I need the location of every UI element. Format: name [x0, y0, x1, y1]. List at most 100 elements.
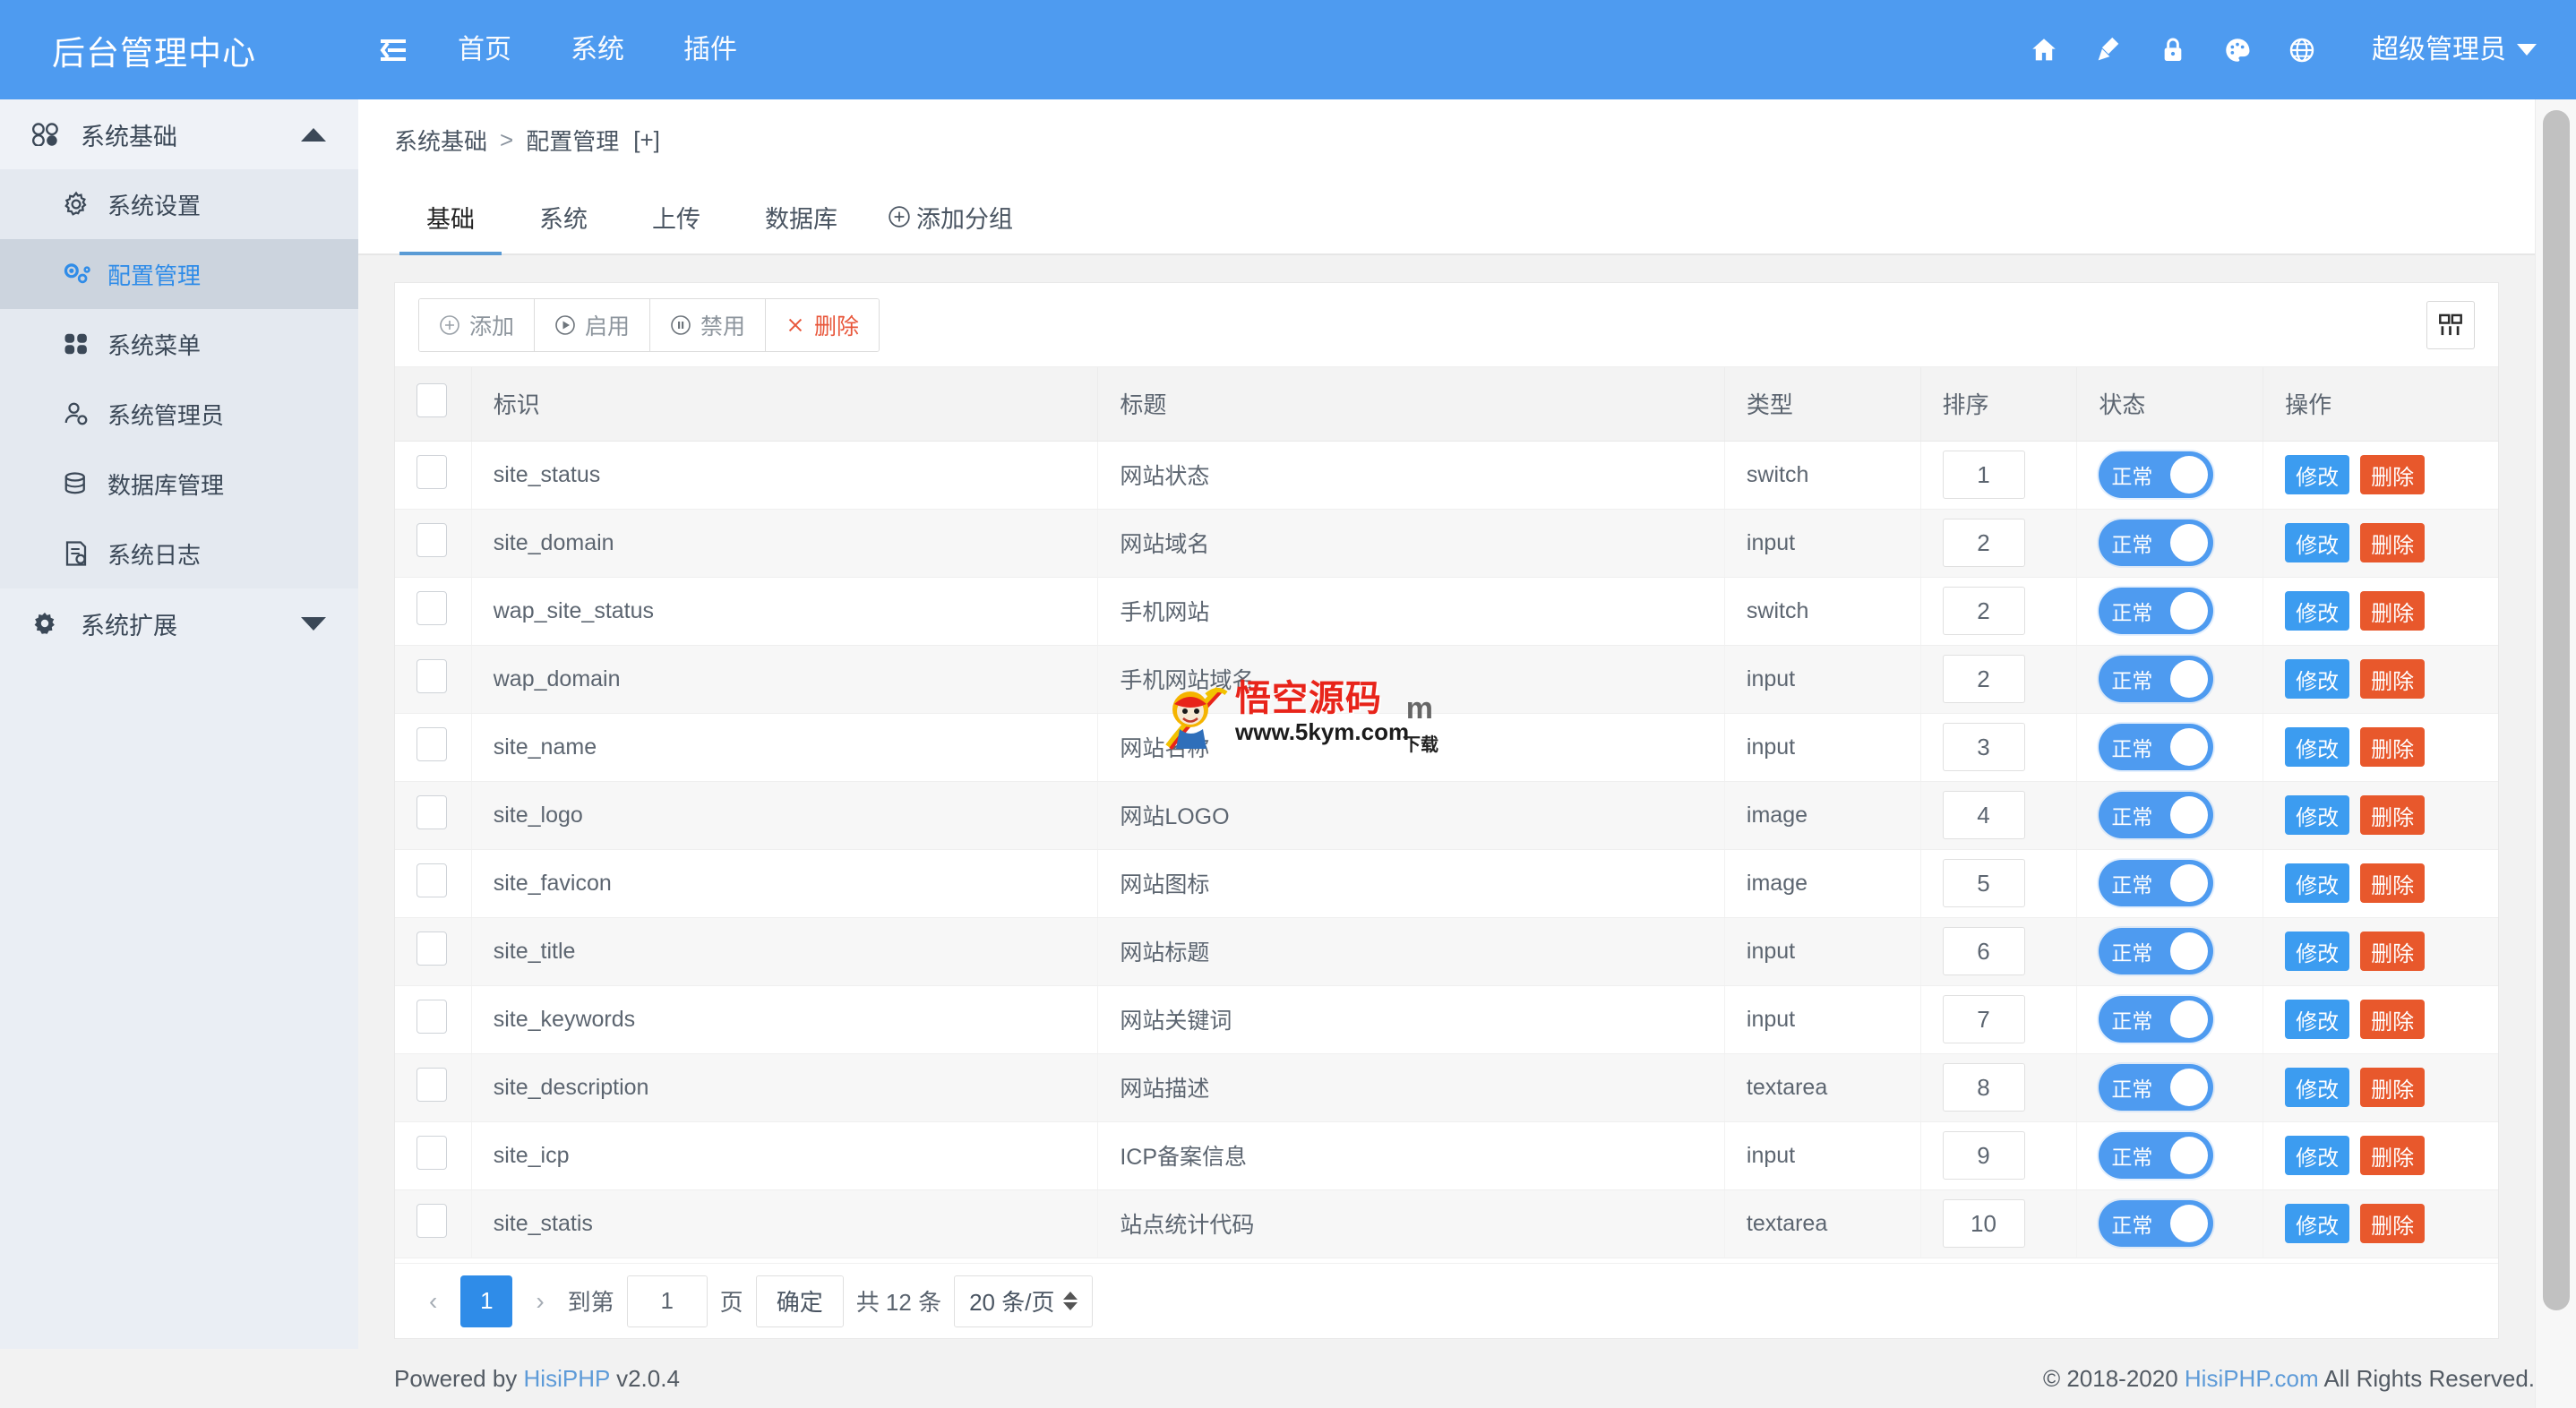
add-button[interactable]: 添加 — [419, 298, 536, 351]
sort-input[interactable]: 3 — [1942, 723, 2025, 771]
row-edit-button[interactable]: 修改 — [2285, 659, 2350, 699]
page-1-button[interactable]: 1 — [460, 1275, 513, 1327]
sort-input[interactable]: 2 — [1942, 655, 2025, 703]
row-checkbox[interactable] — [416, 794, 447, 829]
row-checkbox[interactable] — [416, 931, 447, 966]
add-group-button[interactable]: 添加分组 — [870, 180, 1031, 253]
prev-page-button[interactable]: ‹ — [418, 1287, 448, 1316]
sort-input[interactable]: 2 — [1942, 519, 2025, 567]
header-status[interactable]: 状态 — [2076, 367, 2264, 442]
row-checkbox[interactable] — [416, 726, 447, 761]
row-delete-button[interactable]: 删除 — [2360, 1068, 2426, 1107]
scrollbar-thumb[interactable] — [2543, 110, 2570, 1310]
table-row[interactable]: wap_domain 手机网站域名 input 2 正常 修改 删除 — [395, 645, 2498, 714]
lock-screen-button[interactable] — [2141, 0, 2205, 99]
sidebar-item-system-log[interactable]: 系统日志 — [0, 519, 358, 588]
row-edit-button[interactable]: 修改 — [2285, 1204, 2350, 1243]
row-checkbox[interactable] — [416, 1203, 447, 1238]
row-checkbox[interactable] — [416, 590, 447, 625]
clear-cache-button[interactable] — [2076, 0, 2141, 99]
status-toggle[interactable]: 正常 — [2099, 656, 2214, 702]
sidebar-item-administrators[interactable]: 系统管理员 — [0, 379, 358, 449]
sort-input[interactable]: 4 — [1942, 791, 2025, 839]
table-row[interactable]: site_favicon 网站图标 image 5 正常 修改 删除 — [395, 849, 2498, 918]
table-row[interactable]: wap_site_status 手机网站 switch 2 正常 修改 删除 — [395, 577, 2498, 646]
table-row[interactable]: site_domain 网站域名 input 2 正常 修改 删除 — [395, 509, 2498, 578]
table-row[interactable]: site_logo 网站LOGO image 4 正常 修改 删除 — [395, 781, 2498, 850]
sidebar-item-system-settings[interactable]: 系统设置 — [0, 169, 358, 239]
status-toggle[interactable]: 正常 — [2099, 860, 2214, 906]
row-delete-button[interactable]: 删除 — [2360, 1136, 2426, 1175]
row-checkbox[interactable] — [416, 1135, 447, 1170]
delete-button[interactable]: 删除 — [766, 298, 880, 351]
sidebar-item-config-management[interactable]: 配置管理 — [0, 239, 358, 309]
table-row[interactable]: site_status 网站状态 switch 1 正常 修改 删除 — [395, 441, 2498, 510]
sort-input[interactable]: 9 — [1942, 1131, 2025, 1180]
next-page-button[interactable]: › — [525, 1287, 554, 1316]
row-edit-button[interactable]: 修改 — [2285, 932, 2350, 971]
topnav-item-home[interactable]: 首页 — [428, 0, 541, 99]
breadcrumb-current[interactable]: 配置管理 — [526, 124, 619, 157]
column-settings-button[interactable] — [2426, 300, 2475, 349]
footer-site-link[interactable]: HisiPHP.com — [2185, 1365, 2319, 1392]
table-row[interactable]: site_icp ICP备案信息 input 9 正常 修改 删除 — [395, 1121, 2498, 1190]
topnav-item-plugins[interactable]: 插件 — [654, 0, 767, 99]
row-checkbox[interactable] — [416, 863, 447, 897]
language-button[interactable] — [2270, 0, 2334, 99]
status-toggle[interactable]: 正常 — [2099, 588, 2214, 634]
table-row[interactable]: site_title 网站标题 input 6 正常 修改 删除 — [395, 917, 2498, 986]
sidebar-group-system-extension[interactable]: 系统扩展 — [0, 588, 358, 658]
sort-input[interactable]: 10 — [1942, 1199, 2025, 1248]
status-toggle[interactable]: 正常 — [2099, 792, 2214, 838]
row-edit-button[interactable]: 修改 — [2285, 591, 2350, 631]
sidebar-toggle-button[interactable] — [358, 0, 428, 99]
status-toggle[interactable]: 正常 — [2099, 1132, 2214, 1179]
row-delete-button[interactable]: 删除 — [2360, 932, 2426, 971]
row-edit-button[interactable]: 修改 — [2285, 1136, 2350, 1175]
page-scrollbar[interactable] — [2535, 99, 2576, 1408]
table-row[interactable]: site_name 网站名称 input 3 正常 修改 删除 — [395, 713, 2498, 782]
status-toggle[interactable]: 正常 — [2099, 1200, 2214, 1247]
topnav-item-system[interactable]: 系统 — [541, 0, 654, 99]
table-row[interactable]: site_statis 站点统计代码 textarea 10 正常 修改 删除 — [395, 1189, 2498, 1258]
user-menu-button[interactable]: 超级管理员 — [2352, 0, 2576, 99]
row-checkbox[interactable] — [416, 1067, 447, 1102]
sidebar-group-system-basic[interactable]: 系统基础 — [0, 99, 358, 169]
sort-input[interactable]: 6 — [1942, 927, 2025, 975]
row-edit-button[interactable]: 修改 — [2285, 863, 2350, 903]
enable-button[interactable]: 启用 — [535, 298, 651, 351]
breadcrumb-root[interactable]: 系统基础 — [394, 124, 487, 157]
table-row[interactable]: site_keywords 网站关键词 input 7 正常 修改 删除 — [395, 985, 2498, 1054]
disable-button[interactable]: 禁用 — [650, 298, 767, 351]
footer-hisiphp-link[interactable]: HisiPHP — [524, 1365, 610, 1392]
row-checkbox[interactable] — [416, 522, 447, 557]
row-edit-button[interactable]: 修改 — [2285, 1000, 2350, 1039]
sidebar-item-system-menu[interactable]: 系统菜单 — [0, 309, 358, 379]
sort-input[interactable]: 1 — [1942, 451, 2025, 499]
breadcrumb-expand-button[interactable]: [+] — [619, 126, 660, 154]
theme-button[interactable] — [2205, 0, 2270, 99]
page-size-select[interactable]: 20 条/页 — [954, 1275, 1094, 1327]
status-toggle[interactable]: 正常 — [2099, 1064, 2214, 1111]
row-edit-button[interactable]: 修改 — [2285, 727, 2350, 767]
header-type[interactable]: 类型 — [1724, 367, 1921, 442]
header-sort[interactable]: 排序 — [1920, 367, 2078, 442]
row-delete-button[interactable]: 删除 — [2360, 523, 2426, 562]
row-delete-button[interactable]: 删除 — [2360, 659, 2426, 699]
status-toggle[interactable]: 正常 — [2099, 928, 2214, 974]
home-icon-button[interactable] — [2012, 0, 2076, 99]
status-toggle[interactable]: 正常 — [2099, 519, 2214, 566]
row-delete-button[interactable]: 删除 — [2360, 591, 2426, 631]
row-checkbox[interactable] — [416, 454, 447, 489]
goto-page-input[interactable]: 1 — [626, 1275, 708, 1327]
row-delete-button[interactable]: 删除 — [2360, 1000, 2426, 1039]
row-checkbox[interactable] — [416, 999, 447, 1034]
status-toggle[interactable]: 正常 — [2099, 724, 2214, 770]
row-checkbox[interactable] — [416, 658, 447, 693]
row-edit-button[interactable]: 修改 — [2285, 795, 2350, 835]
tab-basic[interactable]: 基础 — [394, 180, 507, 255]
row-edit-button[interactable]: 修改 — [2285, 455, 2350, 494]
sort-input[interactable]: 2 — [1942, 587, 2025, 635]
sort-input[interactable]: 8 — [1942, 1063, 2025, 1112]
tab-database[interactable]: 数据库 — [733, 180, 870, 253]
